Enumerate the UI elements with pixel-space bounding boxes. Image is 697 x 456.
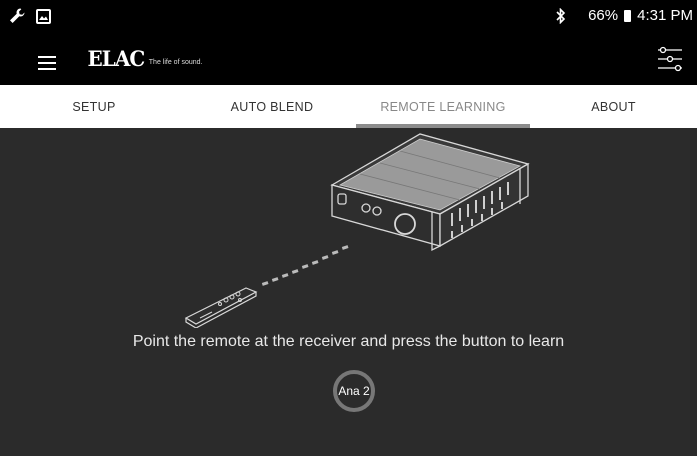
learn-button-label: Ana 2 xyxy=(338,384,370,398)
logo-tagline: The life of sound. xyxy=(148,59,203,66)
tab-remote-learning[interactable]: REMOTE LEARNING xyxy=(356,85,530,128)
tab-setup[interactable]: SETUP xyxy=(0,85,188,128)
learn-button[interactable]: Ana 2 xyxy=(333,370,375,412)
tab-label: SETUP xyxy=(72,99,116,114)
tab-bar: SETUP AUTO BLEND REMOTE LEARNING ABOUT xyxy=(0,85,697,128)
hamburger-menu-icon[interactable] xyxy=(38,56,56,70)
bluetooth-icon xyxy=(556,7,566,24)
status-bar: 66% 4:31 PM xyxy=(0,0,697,32)
brand-logo: ELAC The life of sound. xyxy=(86,46,203,71)
remote-learning-panel: Point the remote at the receiver and pre… xyxy=(0,128,697,456)
tab-label: REMOTE LEARNING xyxy=(380,99,506,114)
wrench-icon xyxy=(10,8,25,23)
remote-control-icon xyxy=(184,287,258,328)
tab-about[interactable]: ABOUT xyxy=(530,85,697,128)
gallery-icon xyxy=(36,8,51,24)
battery-icon xyxy=(624,9,632,22)
tab-auto-blend[interactable]: AUTO BLEND xyxy=(188,85,356,128)
battery-percentage: 66% xyxy=(588,7,619,24)
clock: 4:31 PM xyxy=(637,7,693,24)
instruction-text: Point the remote at the receiver and pre… xyxy=(132,333,565,350)
settings-sliders-icon[interactable] xyxy=(657,45,683,75)
receiver-icon xyxy=(330,133,530,252)
app-screen: 66% 4:31 PM ELAC The life of sound. SETU… xyxy=(0,0,697,456)
remote-to-receiver-illustration xyxy=(184,133,530,328)
app-bar: ELAC The life of sound. xyxy=(0,32,697,85)
tab-label: ABOUT xyxy=(591,99,636,114)
tab-label: AUTO BLEND xyxy=(230,99,314,114)
logo-mark: ELAC xyxy=(87,46,145,71)
ir-signal-dots xyxy=(261,245,349,286)
